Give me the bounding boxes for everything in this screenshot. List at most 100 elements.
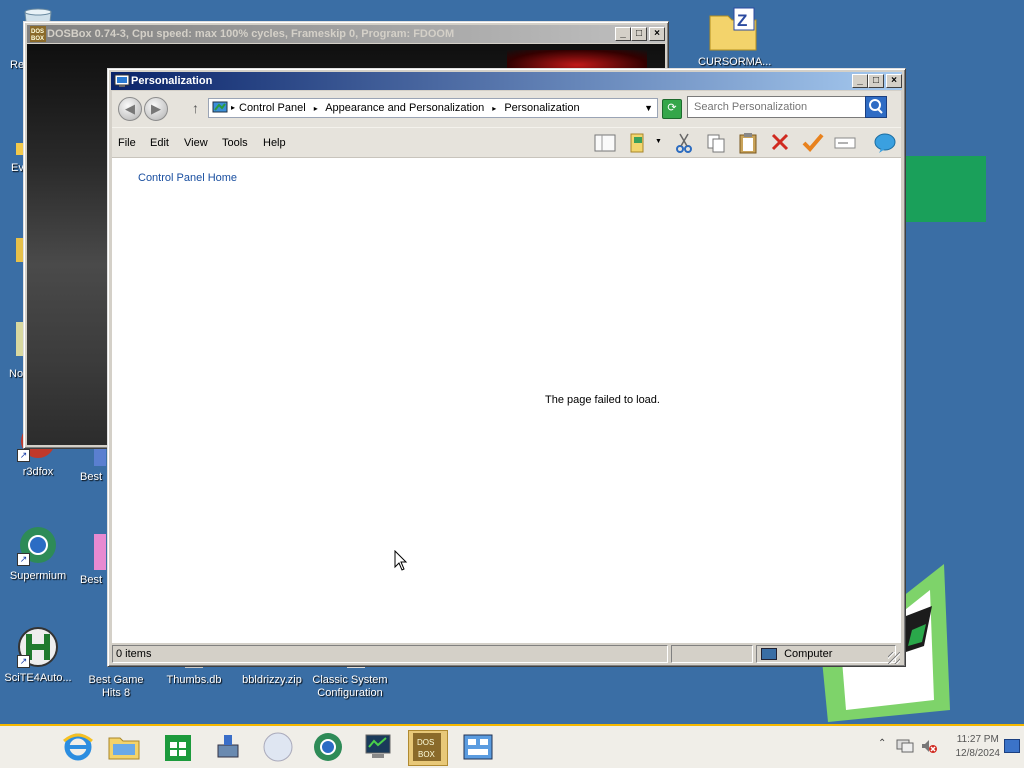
status-zone-label: Computer: [784, 648, 833, 660]
scite-icon: ↗: [17, 626, 59, 668]
folder-icon: [108, 737, 140, 760]
taskbar-file-explorer[interactable]: [106, 731, 142, 763]
copy-icon[interactable]: [706, 133, 726, 156]
internet-explorer-icon: [63, 733, 93, 761]
orb-icon: [263, 732, 293, 762]
rename-icon[interactable]: [834, 133, 856, 156]
desktop-icon-scite4autoit[interactable]: ↗ SciTE4Auto...: [3, 626, 73, 685]
back-button[interactable]: ◀: [118, 97, 142, 121]
clock-time: 11:27 PM: [956, 734, 999, 745]
desktop-icon-supermium[interactable]: ↗ Supermium: [3, 524, 73, 583]
status-panel-empty: [671, 645, 753, 663]
svg-text:DOS: DOS: [417, 738, 434, 747]
delete-icon[interactable]: [770, 132, 790, 155]
up-arrow-icon[interactable]: ↑: [192, 100, 199, 116]
taskbar-store[interactable]: [160, 731, 196, 763]
svg-text:Z: Z: [737, 11, 747, 30]
svg-text:BOX: BOX: [31, 36, 44, 42]
breadcrumb-control-panel[interactable]: Control Panel: [239, 102, 306, 114]
minimize-button[interactable]: _: [615, 27, 631, 41]
chevron-down-icon[interactable]: ▼: [655, 138, 662, 145]
menu-edit[interactable]: Edit: [150, 137, 169, 149]
preview-pane-icon[interactable]: [594, 133, 616, 156]
computer-icon: [761, 648, 777, 661]
best-game-icon[interactable]: [94, 534, 106, 570]
desktop-label-partial: Re: [10, 59, 25, 71]
error-message: The page failed to load.: [545, 394, 660, 406]
search-icon[interactable]: [865, 96, 887, 118]
status-bar: 0 items Computer: [112, 643, 901, 665]
shortcut-arrow-icon: ↗: [17, 553, 30, 566]
best-game-icon[interactable]: [94, 446, 106, 466]
menu-file[interactable]: File: [118, 137, 136, 149]
search-input[interactable]: [692, 97, 866, 117]
taskbar-control-panel[interactable]: [460, 731, 496, 763]
dosbox-icon: DOS BOX: [413, 733, 441, 761]
desktop-icon-label: Classic System Configuration: [312, 674, 388, 699]
personalization-window[interactable]: Personalization _ □ × ◀ ▶ ↑ ▸ Control Pa…: [107, 68, 906, 667]
volume-muted-icon[interactable]: [920, 738, 938, 757]
svg-text:DOS: DOS: [31, 29, 44, 35]
taskbar-dosbox[interactable]: DOS BOX: [408, 730, 448, 766]
dosbox-title: DOSBox 0.74-3, Cpu speed: max 100% cycle…: [47, 28, 455, 40]
taskbar-ie[interactable]: [60, 731, 96, 763]
network-tray-icon[interactable]: [896, 738, 914, 757]
taskbar-network-app[interactable]: [210, 731, 246, 763]
control-panel-home-link[interactable]: Control Panel Home: [138, 172, 237, 184]
show-hidden-icons-chevron-icon[interactable]: ⌃: [878, 738, 886, 749]
window-title: Personalization: [131, 75, 213, 87]
show-desktop-icon[interactable]: [1004, 739, 1020, 753]
taskbar-system-config[interactable]: [360, 731, 396, 763]
store-icon: [165, 735, 191, 761]
views-icon[interactable]: [628, 133, 648, 156]
desktop-label-partial: Ev: [11, 162, 24, 174]
cut-icon[interactable]: [674, 132, 694, 157]
status-zone: Computer: [756, 645, 896, 663]
desktop-label-partial: Best: [80, 574, 103, 586]
shortcut-arrow-icon: ↗: [17, 655, 30, 668]
forward-button[interactable]: ▶: [144, 97, 168, 121]
menu-tools[interactable]: Tools: [222, 137, 248, 149]
menu-view[interactable]: View: [184, 137, 208, 149]
maximize-button[interactable]: □: [631, 27, 647, 41]
help-bubble-icon[interactable]: [874, 132, 896, 157]
svg-text:BOX: BOX: [418, 750, 436, 759]
chevron-right-icon[interactable]: ▸: [231, 99, 235, 117]
personalization-titlebar[interactable]: Personalization: [111, 72, 902, 90]
chevron-right-icon[interactable]: ▸: [314, 104, 318, 113]
desktop-icon-label: Thumbs.db: [166, 674, 222, 686]
refresh-button[interactable]: ⟳: [662, 99, 682, 119]
properties-checkmark-icon[interactable]: [802, 132, 824, 155]
desktop-icon-label: Supermium: [9, 570, 67, 582]
shortcut-arrow-icon: ↗: [17, 449, 30, 462]
address-breadcrumb[interactable]: ▸ Control Panel ▸ Appearance and Persona…: [208, 98, 658, 118]
taskbar-supermium[interactable]: [310, 731, 346, 763]
supermium-icon: ↗: [17, 524, 59, 566]
supermium-icon: [314, 733, 342, 761]
zip-folder-icon: Z: [709, 6, 757, 52]
chevron-right-icon[interactable]: ▸: [492, 104, 496, 113]
menu-help[interactable]: Help: [263, 137, 286, 149]
control-panel-icon: [212, 100, 228, 122]
minimize-button[interactable]: _: [852, 74, 868, 88]
breadcrumb-appearance[interactable]: Appearance and Personalization: [325, 102, 484, 114]
clock-date: 12/8/2024: [955, 748, 1001, 759]
dosbox-icon: DOSBOX: [30, 26, 46, 42]
desktop-icon-cursorma[interactable]: Z CURSORMA...: [698, 6, 771, 69]
clock[interactable]: 11:27 PM 12/8/2024: [956, 733, 1001, 761]
close-button[interactable]: ×: [649, 27, 665, 41]
paste-icon[interactable]: [738, 132, 760, 157]
resize-grip-icon[interactable]: [888, 652, 900, 664]
system-config-icon: [365, 734, 391, 758]
close-button[interactable]: ×: [886, 74, 902, 88]
status-items-count: 0 items: [112, 645, 668, 663]
address-bar-row: ◀ ▶ ↑ ▸ Control Panel ▸ Appearance and P…: [112, 91, 901, 127]
desktop-label-partial: Best: [80, 471, 103, 483]
taskbar-orb-app[interactable]: [260, 731, 296, 763]
chevron-down-icon[interactable]: ▼: [644, 99, 653, 117]
maximize-button[interactable]: □: [868, 74, 884, 88]
search-box[interactable]: [687, 96, 887, 118]
breadcrumb-personalization[interactable]: Personalization: [504, 102, 579, 114]
network-computer-icon: [217, 735, 239, 758]
dosbox-titlebar[interactable]: DOS BOX DOSBox 0.74-3, Cpu speed: max 100…: [27, 25, 665, 43]
